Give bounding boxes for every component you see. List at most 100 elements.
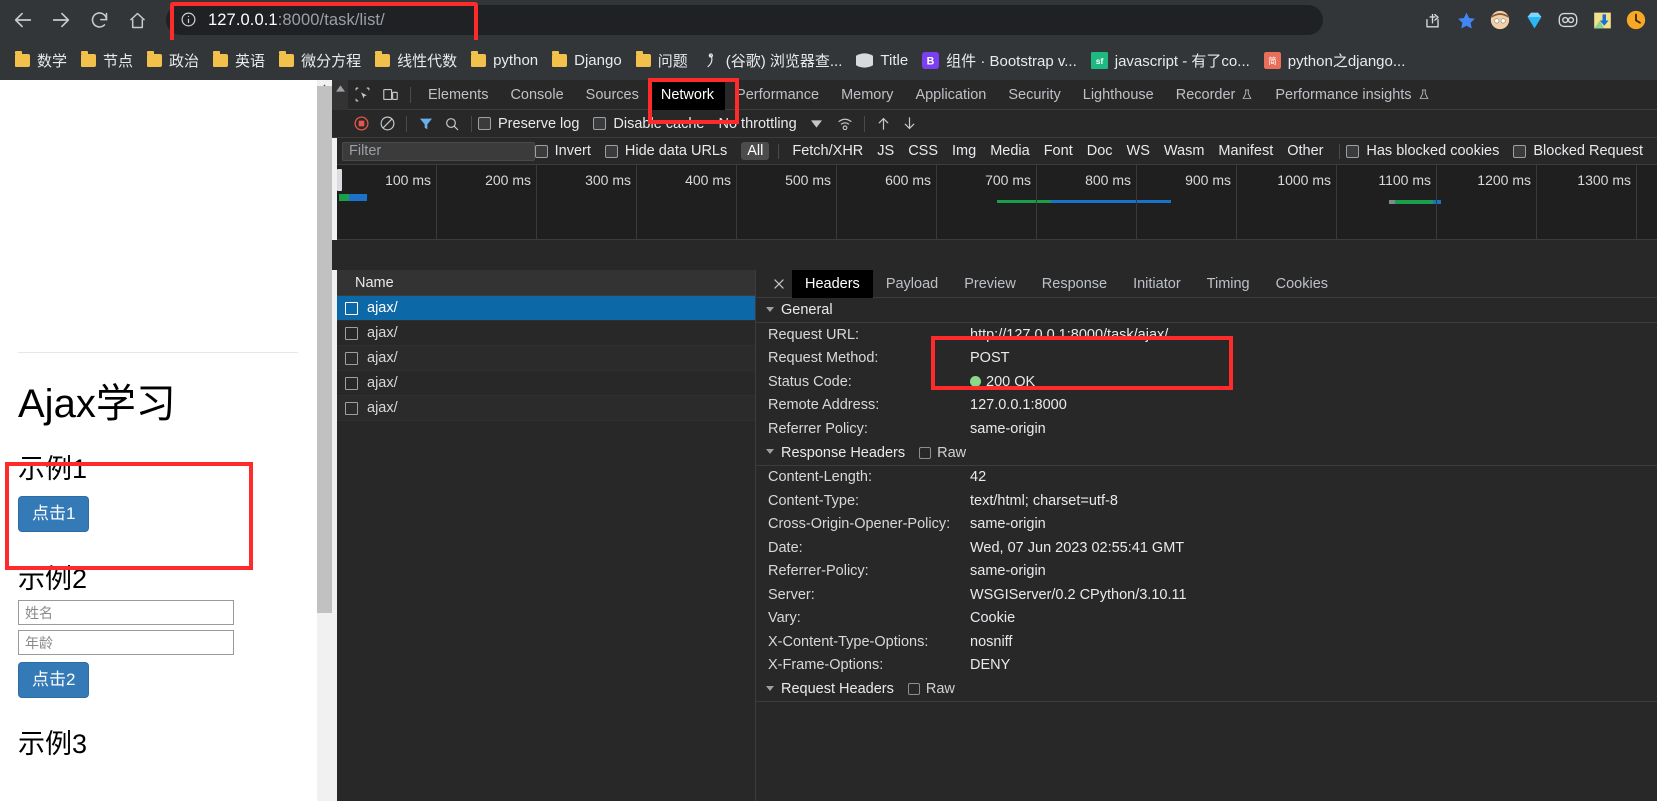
request-row[interactable]: ajax/ [337, 371, 755, 396]
header-value-text: nosniff [970, 633, 1013, 650]
filter-type-img[interactable]: Img [946, 142, 982, 160]
request-row[interactable]: ajax/ [337, 296, 755, 321]
request-row[interactable]: ajax/ [337, 346, 755, 371]
filter-type-ws[interactable]: WS [1121, 142, 1156, 160]
devtools-tab-elements[interactable]: Elements [417, 80, 499, 110]
devtools-tab-lighthouse[interactable]: Lighthouse [1072, 80, 1165, 110]
filter-input[interactable]: Filter [342, 141, 535, 161]
click2-button[interactable]: 点击2 [18, 662, 90, 699]
devtools-tab-security[interactable]: Security [997, 80, 1071, 110]
age-input[interactable] [18, 630, 234, 655]
detail-tab-cookies[interactable]: Cookies [1263, 270, 1341, 298]
request-headers-section-header[interactable]: Request Headers Raw [756, 677, 1657, 702]
invert-checkbox[interactable]: Invert [534, 143, 591, 159]
filter-type-all[interactable]: All [741, 142, 770, 160]
device-toolbar-icon[interactable] [376, 80, 404, 110]
devtools-tab-memory[interactable]: Memory [830, 80, 904, 110]
detail-tab-timing[interactable]: Timing [1194, 270, 1263, 298]
record-stop-icon[interactable] [348, 111, 374, 137]
clear-no-entry-icon[interactable] [374, 111, 400, 137]
bookmark-item[interactable]: python [464, 46, 545, 74]
bookmark-item[interactable]: 节点 [74, 46, 140, 74]
home-button[interactable] [122, 6, 152, 34]
detail-tab-payload[interactable]: Payload [873, 270, 951, 298]
preserve-log-checkbox[interactable]: Preserve log [478, 116, 579, 132]
bookmark-item[interactable]: (谷歌) 浏览器查... [695, 46, 850, 74]
search-magnifier-icon[interactable] [439, 111, 465, 137]
filter-type-fetch-xhr[interactable]: Fetch/XHR [786, 142, 869, 160]
funnel-filter-icon[interactable] [413, 111, 439, 137]
wifi-settings-icon[interactable] [832, 111, 858, 137]
reload-button[interactable] [84, 6, 114, 34]
bookmark-item[interactable]: Django [545, 46, 629, 74]
detail-tab-headers[interactable]: Headers [792, 270, 873, 298]
disable-cache-checkbox[interactable]: Disable cache [593, 116, 704, 132]
detail-tab-initiator[interactable]: Initiator [1120, 270, 1194, 298]
inspect-element-icon[interactable] [348, 80, 376, 110]
goo-extension-icon[interactable] [1551, 3, 1585, 37]
request-row[interactable]: ajax/ [337, 396, 755, 421]
bookmark-item[interactable]: 问题 [629, 46, 695, 74]
bookmark-item[interactable]: 政治 [140, 46, 206, 74]
request-raw-checkbox[interactable]: Raw [907, 681, 955, 697]
devtools-panel: Elements Console Sources Network Performance… [332, 78, 1657, 801]
share-icon[interactable] [1415, 3, 1449, 37]
close-icon[interactable] [766, 270, 792, 298]
request-checkbox[interactable] [345, 326, 358, 340]
devtools-tab-network[interactable]: Network [649, 79, 726, 110]
back-button[interactable] [8, 6, 38, 34]
filter-type-wasm[interactable]: Wasm [1158, 142, 1211, 160]
bookmark-item[interactable]: 英语 [206, 46, 272, 74]
throttling-dropdown[interactable]: No throttling [718, 116, 822, 132]
blocked-requests-checkbox[interactable]: Blocked Request [1513, 143, 1643, 159]
filter-type-media[interactable]: Media [984, 142, 1036, 160]
devtools-tab-recorder[interactable]: Recorder [1165, 80, 1265, 110]
bookmark-item[interactable]: 微分方程 [272, 46, 368, 74]
detail-tab-preview[interactable]: Preview [951, 270, 1029, 298]
filter-type-font[interactable]: Font [1038, 142, 1079, 160]
bookmark-item[interactable]: 线性代数 [368, 46, 464, 74]
request-checkbox[interactable] [345, 351, 358, 365]
download-extension-icon[interactable] [1585, 3, 1619, 37]
filter-type-other[interactable]: Other [1281, 142, 1329, 160]
diamond-extension-icon[interactable] [1517, 3, 1551, 37]
general-section-header[interactable]: General [756, 298, 1657, 323]
forward-button[interactable] [46, 6, 76, 34]
filter-type-css[interactable]: CSS [902, 142, 944, 160]
devtools-tab-console[interactable]: Console [499, 80, 574, 110]
bookmark-item[interactable]: Title [849, 46, 915, 74]
request-checkbox[interactable] [345, 301, 358, 315]
request-row[interactable]: ajax/ [337, 321, 755, 346]
response-raw-checkbox[interactable]: Raw [919, 445, 966, 461]
devtools-tab-sources[interactable]: Sources [575, 80, 650, 110]
name-input[interactable] [18, 600, 234, 625]
address-bar[interactable]: 127.0.0.1:8000/task/list/ [166, 5, 1323, 35]
clock-extension-icon[interactable] [1619, 3, 1653, 37]
request-checkbox[interactable] [345, 401, 358, 415]
hide-data-urls-checkbox[interactable]: Hide data URLs [604, 143, 727, 159]
devtools-tab-application[interactable]: Application [904, 80, 997, 110]
network-overview-timeline[interactable]: 100 ms 200 ms 300 ms 400 ms 500 ms 600 ms 700 … [332, 165, 1657, 240]
bookmark-star-icon[interactable] [1449, 3, 1483, 37]
bookmark-item[interactable]: B 组件 · Bootstrap v... [915, 46, 1084, 74]
site-info-icon[interactable] [180, 11, 198, 29]
has-blocked-cookies-checkbox[interactable]: Has blocked cookies [1346, 143, 1499, 159]
bookmark-item[interactable]: 简 python之django... [1257, 46, 1413, 74]
bookmark-item[interactable]: sf javascript - 有了co... [1084, 46, 1257, 74]
filter-type-doc[interactable]: Doc [1081, 142, 1119, 160]
page-scrollbar-thumb[interactable] [317, 86, 332, 613]
click1-button[interactable]: 点击1 [18, 496, 90, 533]
request-checkbox[interactable] [345, 376, 358, 390]
response-headers-section-header[interactable]: Response Headers Raw [756, 440, 1657, 466]
filter-type-manifest[interactable]: Manifest [1212, 142, 1279, 160]
filter-type-js[interactable]: JS [871, 142, 900, 160]
bookmark-item[interactable]: 数学 [8, 46, 74, 74]
upload-arrow-icon[interactable] [871, 111, 897, 137]
profile-avatar-icon[interactable] [1483, 3, 1517, 37]
devtools-tab-performance[interactable]: Performance [725, 80, 830, 110]
download-arrow-icon[interactable] [897, 111, 923, 137]
devtools-tab-performance-insights[interactable]: Performance insights [1264, 80, 1440, 110]
overview-track[interactable]: 100 ms 200 ms 300 ms 400 ms 500 ms 600 ms 700 … [337, 165, 1657, 240]
detail-tab-response[interactable]: Response [1029, 270, 1120, 298]
request-list-header[interactable]: Name [337, 270, 755, 296]
